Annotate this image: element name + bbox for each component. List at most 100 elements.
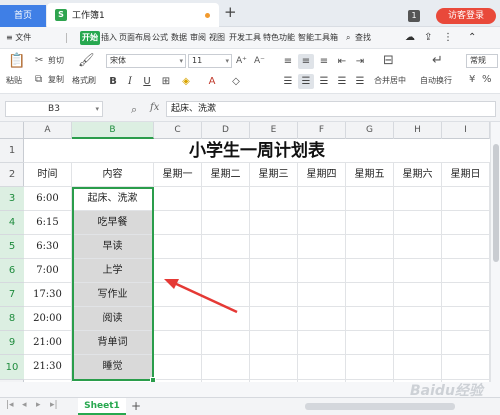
column-header-g[interactable]: G bbox=[346, 122, 394, 139]
document-tab[interactable]: S 工作簿1 bbox=[47, 3, 219, 27]
cloud-icon[interactable]: ☁ bbox=[405, 31, 415, 45]
row-header-10[interactable]: 10 bbox=[0, 355, 24, 380]
header-cell[interactable]: 星期三 bbox=[250, 163, 297, 186]
row-header-4[interactable]: 4 bbox=[0, 211, 24, 235]
worksheet-grid[interactable]: 小学生一周计划表 时间 内容 星期一 星期二 星期三 星期四 星期五 星期六 星期日 6:00 起床… bbox=[24, 139, 490, 382]
zoom-icon[interactable]: ⌕ bbox=[131, 103, 137, 117]
new-tab-button[interactable]: + bbox=[224, 3, 237, 21]
currency-icon[interactable]: ¥ bbox=[469, 73, 475, 87]
select-all-corner[interactable] bbox=[0, 122, 24, 139]
window-count-badge[interactable]: 1 bbox=[408, 10, 420, 22]
guest-login-button[interactable]: 访客登录 bbox=[436, 8, 496, 24]
row-header-1[interactable]: 1 bbox=[0, 139, 24, 163]
font-size-select[interactable]: 11 ▾ bbox=[188, 54, 232, 68]
content-cell[interactable]: 上学 bbox=[72, 259, 153, 282]
search-icon[interactable]: ⌕ bbox=[346, 31, 350, 45]
name-box[interactable]: B3 ▾ bbox=[5, 101, 103, 117]
distributed-icon[interactable]: ☰ bbox=[352, 74, 368, 89]
decrease-font-icon[interactable]: A⁻ bbox=[254, 54, 265, 68]
home-tab[interactable]: 首页 bbox=[0, 5, 46, 27]
increase-font-icon[interactable]: A⁺ bbox=[236, 54, 247, 68]
menu-formulas[interactable]: 公式 bbox=[152, 31, 168, 45]
justify-icon[interactable]: ☰ bbox=[334, 74, 350, 89]
more-icon[interactable]: ⋮ bbox=[443, 31, 453, 45]
column-header-b[interactable]: B bbox=[72, 122, 154, 139]
align-left-icon[interactable]: ☰ bbox=[280, 74, 296, 89]
content-cell[interactable]: 阅读 bbox=[72, 307, 153, 330]
fill-color-icon[interactable]: ◈ bbox=[178, 74, 194, 89]
cut-icon[interactable]: ✂ bbox=[35, 54, 43, 68]
percent-icon[interactable]: % bbox=[482, 73, 492, 87]
clear-format-icon[interactable]: ◇ bbox=[228, 74, 244, 89]
row-header-9[interactable]: 9 bbox=[0, 331, 24, 355]
auto-wrap-button[interactable]: 自动换行 bbox=[420, 75, 452, 86]
prev-sheet-icon[interactable]: ◂ bbox=[22, 400, 27, 410]
format-painter-icon[interactable]: 🖌 bbox=[78, 54, 95, 68]
column-header-e[interactable]: E bbox=[250, 122, 298, 139]
last-sheet-icon[interactable]: ▸| bbox=[50, 400, 58, 410]
menu-features[interactable]: 特色功能 bbox=[263, 31, 295, 45]
border-icon[interactable]: ⊞ bbox=[158, 74, 174, 89]
column-header-d[interactable]: D bbox=[202, 122, 250, 139]
content-cell[interactable]: 写作业 bbox=[72, 283, 153, 306]
paste-icon[interactable]: 📋 bbox=[8, 54, 25, 68]
menu-data[interactable]: 数据 bbox=[171, 31, 187, 45]
row-header-5[interactable]: 5 bbox=[0, 235, 24, 259]
menu-home[interactable]: 开始 bbox=[80, 31, 100, 45]
font-color-icon[interactable]: A bbox=[204, 74, 220, 89]
auto-wrap-icon[interactable]: ↵ bbox=[432, 54, 443, 68]
number-format-select[interactable]: 常规 bbox=[466, 54, 498, 68]
header-cell[interactable]: 星期六 bbox=[394, 163, 441, 186]
time-cell[interactable]: 21:30 bbox=[24, 355, 71, 379]
copy-icon[interactable]: ⧉ bbox=[35, 73, 42, 87]
bold-button[interactable]: B bbox=[105, 74, 121, 89]
row-header-2[interactable]: 2 bbox=[0, 163, 24, 187]
time-cell[interactable]: 7:00 bbox=[24, 259, 71, 282]
italic-button[interactable]: I bbox=[122, 74, 138, 89]
menu-developer[interactable]: 开发工具 bbox=[229, 31, 261, 45]
align-middle-icon[interactable]: ≡ bbox=[298, 54, 314, 69]
column-header-i[interactable]: I bbox=[442, 122, 490, 139]
formula-input[interactable]: 起床、洗漱 bbox=[166, 101, 496, 117]
merge-center-icon[interactable]: ⊟ bbox=[383, 54, 394, 68]
share-icon[interactable]: ⇪ bbox=[424, 31, 432, 45]
time-cell[interactable]: 21:00 bbox=[24, 331, 71, 354]
header-cell[interactable]: 星期一 bbox=[154, 163, 201, 186]
time-cell[interactable]: 6:30 bbox=[24, 235, 71, 258]
column-header-f[interactable]: F bbox=[298, 122, 346, 139]
align-bottom-icon[interactable]: ≡ bbox=[316, 54, 332, 69]
first-sheet-icon[interactable]: |◂ bbox=[6, 400, 14, 410]
paste-button[interactable]: 粘贴 bbox=[6, 75, 22, 86]
file-menu[interactable]: ≡ 文件 bbox=[6, 31, 31, 45]
row-header-8[interactable]: 8 bbox=[0, 307, 24, 331]
merge-center-button[interactable]: 合并居中 bbox=[374, 75, 406, 86]
column-header-a[interactable]: A bbox=[24, 122, 72, 139]
horizontal-scrollbar[interactable] bbox=[305, 403, 455, 410]
row-header-3[interactable]: 3 bbox=[0, 187, 24, 211]
align-center-icon[interactable]: ☰ bbox=[298, 74, 314, 89]
content-cell[interactable]: 睡觉 bbox=[72, 355, 153, 379]
header-cell[interactable]: 时间 bbox=[24, 163, 71, 186]
sheet-tab-sheet1[interactable]: Sheet1 bbox=[78, 398, 126, 415]
content-cell[interactable]: 早读 bbox=[72, 235, 153, 258]
menu-insert[interactable]: 插入 bbox=[101, 31, 117, 45]
search-button[interactable]: 查找 bbox=[355, 31, 371, 45]
column-header-c[interactable]: C bbox=[154, 122, 202, 139]
cut-button[interactable]: 剪切 bbox=[48, 55, 64, 66]
align-top-icon[interactable]: ≡ bbox=[280, 54, 296, 69]
indent-decrease-icon[interactable]: ⇤ bbox=[334, 54, 350, 69]
indent-increase-icon[interactable]: ⇥ bbox=[352, 54, 368, 69]
add-sheet-button[interactable]: + bbox=[131, 399, 141, 413]
column-header-h[interactable]: H bbox=[394, 122, 442, 139]
row-header-6[interactable]: 6 bbox=[0, 259, 24, 283]
time-cell[interactable]: 6:15 bbox=[24, 211, 71, 234]
active-cell[interactable]: 起床、洗漱 bbox=[72, 187, 153, 210]
vertical-scroll-thumb[interactable] bbox=[493, 144, 499, 262]
header-cell[interactable]: 星期日 bbox=[442, 163, 489, 186]
collapse-ribbon-icon[interactable]: ⌃ bbox=[468, 31, 476, 45]
time-cell[interactable]: 6:00 bbox=[24, 187, 71, 210]
menu-review[interactable]: 审阅 bbox=[190, 31, 206, 45]
copy-button[interactable]: 复制 bbox=[48, 74, 64, 85]
vertical-scrollbar[interactable] bbox=[490, 122, 500, 382]
time-cell[interactable]: 20:00 bbox=[24, 307, 71, 330]
